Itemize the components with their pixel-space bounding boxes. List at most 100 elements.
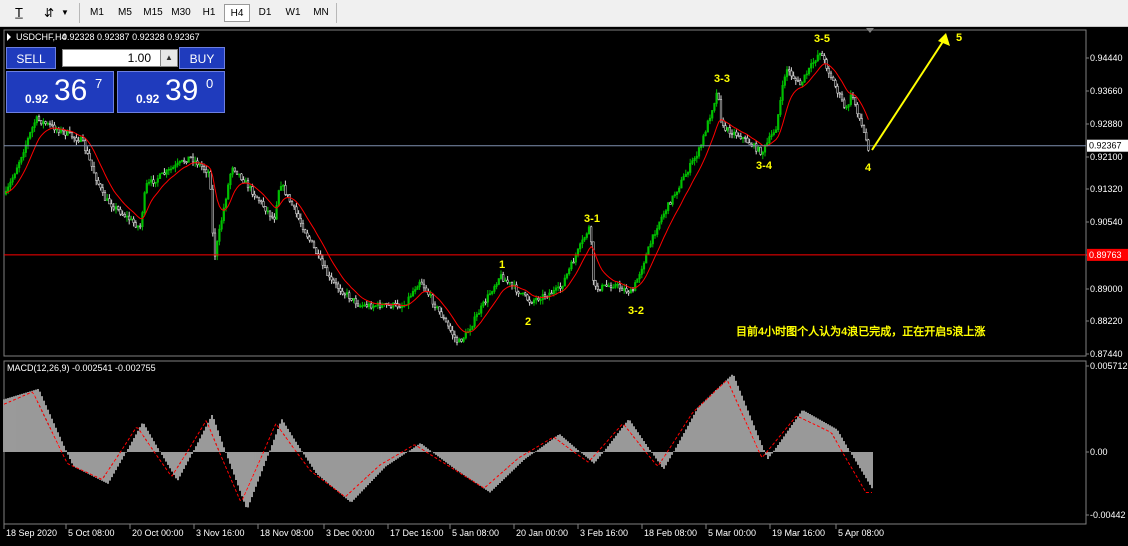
candle-body [59, 129, 63, 133]
timeframe-h1[interactable]: H1 [196, 4, 222, 22]
candle-body [801, 81, 804, 86]
candle-body [290, 200, 294, 206]
candle-body [64, 130, 67, 136]
candle-body [400, 305, 404, 308]
sell-button[interactable]: SELL [6, 47, 56, 69]
buy-price-main: 39 [165, 74, 199, 107]
candle-body [370, 303, 373, 309]
candle-body [158, 173, 162, 179]
analysis-comment: 目前4小时图个人认为4浪已完成，正在开启5浪上涨 [736, 324, 985, 338]
candle-body [733, 131, 736, 135]
candle-body [818, 53, 822, 56]
text-tool-icon[interactable]: T̲ [10, 4, 28, 22]
candle-body [669, 202, 672, 205]
buy-price[interactable]: 0.92 39 0 [117, 71, 225, 113]
candle-body [774, 129, 778, 133]
candle-body [708, 117, 712, 122]
candle-body [535, 297, 538, 301]
candle-body [790, 70, 793, 77]
candle-body [475, 314, 478, 318]
candle-body [326, 266, 329, 276]
candle-body [374, 305, 377, 308]
timeframe-mn[interactable]: MN [308, 4, 334, 22]
candle-body [508, 281, 511, 284]
candle-body [587, 226, 591, 235]
x-tick-label: 3 Dec 00:00 [326, 528, 375, 538]
candle-body [814, 60, 817, 63]
timeframe-m5[interactable]: M5 [112, 4, 138, 22]
candle-body [141, 212, 144, 227]
y-tick-label: 0.91320 [1090, 184, 1123, 194]
candle-body [530, 301, 533, 304]
candle-body [167, 168, 170, 171]
candle-body [315, 247, 318, 255]
candle-body [26, 137, 30, 146]
candle-body [642, 262, 646, 270]
candle-body [216, 241, 219, 257]
candle-body [128, 215, 131, 221]
candle-body [293, 204, 296, 208]
candle-body [691, 160, 694, 164]
candle-body [724, 125, 727, 131]
candle-body [112, 206, 115, 210]
candle-body [431, 294, 434, 305]
wave-label-3-1: 3-1 [584, 213, 600, 225]
candle-body [495, 284, 498, 287]
arrows-tool-icon[interactable]: ⇵ [40, 4, 58, 22]
dropdown-arrow-icon[interactable]: ▼ [60, 4, 70, 22]
candle-body [271, 215, 274, 218]
candle-body [649, 243, 652, 248]
candle-body [273, 216, 276, 220]
candle-body [865, 132, 868, 141]
x-tick-label: 5 Oct 08:00 [68, 528, 115, 538]
candle-body [97, 180, 100, 185]
candle-body [359, 305, 362, 308]
timeframe-d1[interactable]: D1 [252, 4, 278, 22]
red-level-label: 0.89763 [1089, 250, 1122, 260]
timeframe-h4[interactable]: H4 [224, 4, 250, 22]
candle-body [634, 282, 637, 291]
candle-body [605, 284, 608, 287]
candle-body [539, 299, 542, 302]
timeframe-w1[interactable]: W1 [280, 4, 306, 22]
symbol-arrow-icon [7, 33, 11, 41]
timeframe-m15[interactable]: M15 [140, 4, 166, 22]
candle-body [673, 194, 676, 197]
candle-body [455, 337, 459, 343]
timeframe-m1[interactable]: M1 [84, 4, 110, 22]
candle-body [257, 197, 261, 202]
candle-body [194, 160, 197, 163]
lot-increase-icon[interactable]: ▲ [160, 49, 178, 67]
candle-body [748, 142, 751, 145]
timeframe-m30[interactable]: M30 [168, 4, 194, 22]
candle-body [68, 131, 71, 133]
candle-body [627, 291, 630, 294]
wave-label-3-3: 3-3 [714, 73, 730, 85]
candle-body [506, 279, 509, 283]
candle-body [189, 156, 192, 159]
candle-body [394, 302, 397, 305]
candle-body [480, 305, 483, 314]
chart-symbol: USDCHF,H4 [16, 32, 67, 42]
y-tick-label: 0.93660 [1090, 86, 1123, 96]
candle-body [255, 195, 258, 199]
candle-body [81, 137, 85, 141]
candle-body [209, 171, 212, 190]
candle-body [13, 173, 16, 179]
buy-button[interactable]: BUY [179, 47, 225, 69]
candle-body [363, 304, 366, 307]
candle-body [792, 75, 795, 79]
candle-body [411, 291, 415, 297]
candle-body [510, 281, 514, 286]
candle-body [178, 161, 181, 164]
candle-body [662, 213, 665, 218]
candle-body [161, 172, 164, 175]
candle-body [616, 283, 619, 286]
candle-body [499, 274, 503, 279]
candle-body [517, 291, 520, 294]
candle-body [436, 306, 439, 309]
candle-body [323, 264, 327, 268]
sell-price[interactable]: 0.92 36 7 [6, 71, 114, 113]
candle-body [686, 172, 690, 175]
candle-body [79, 137, 82, 143]
